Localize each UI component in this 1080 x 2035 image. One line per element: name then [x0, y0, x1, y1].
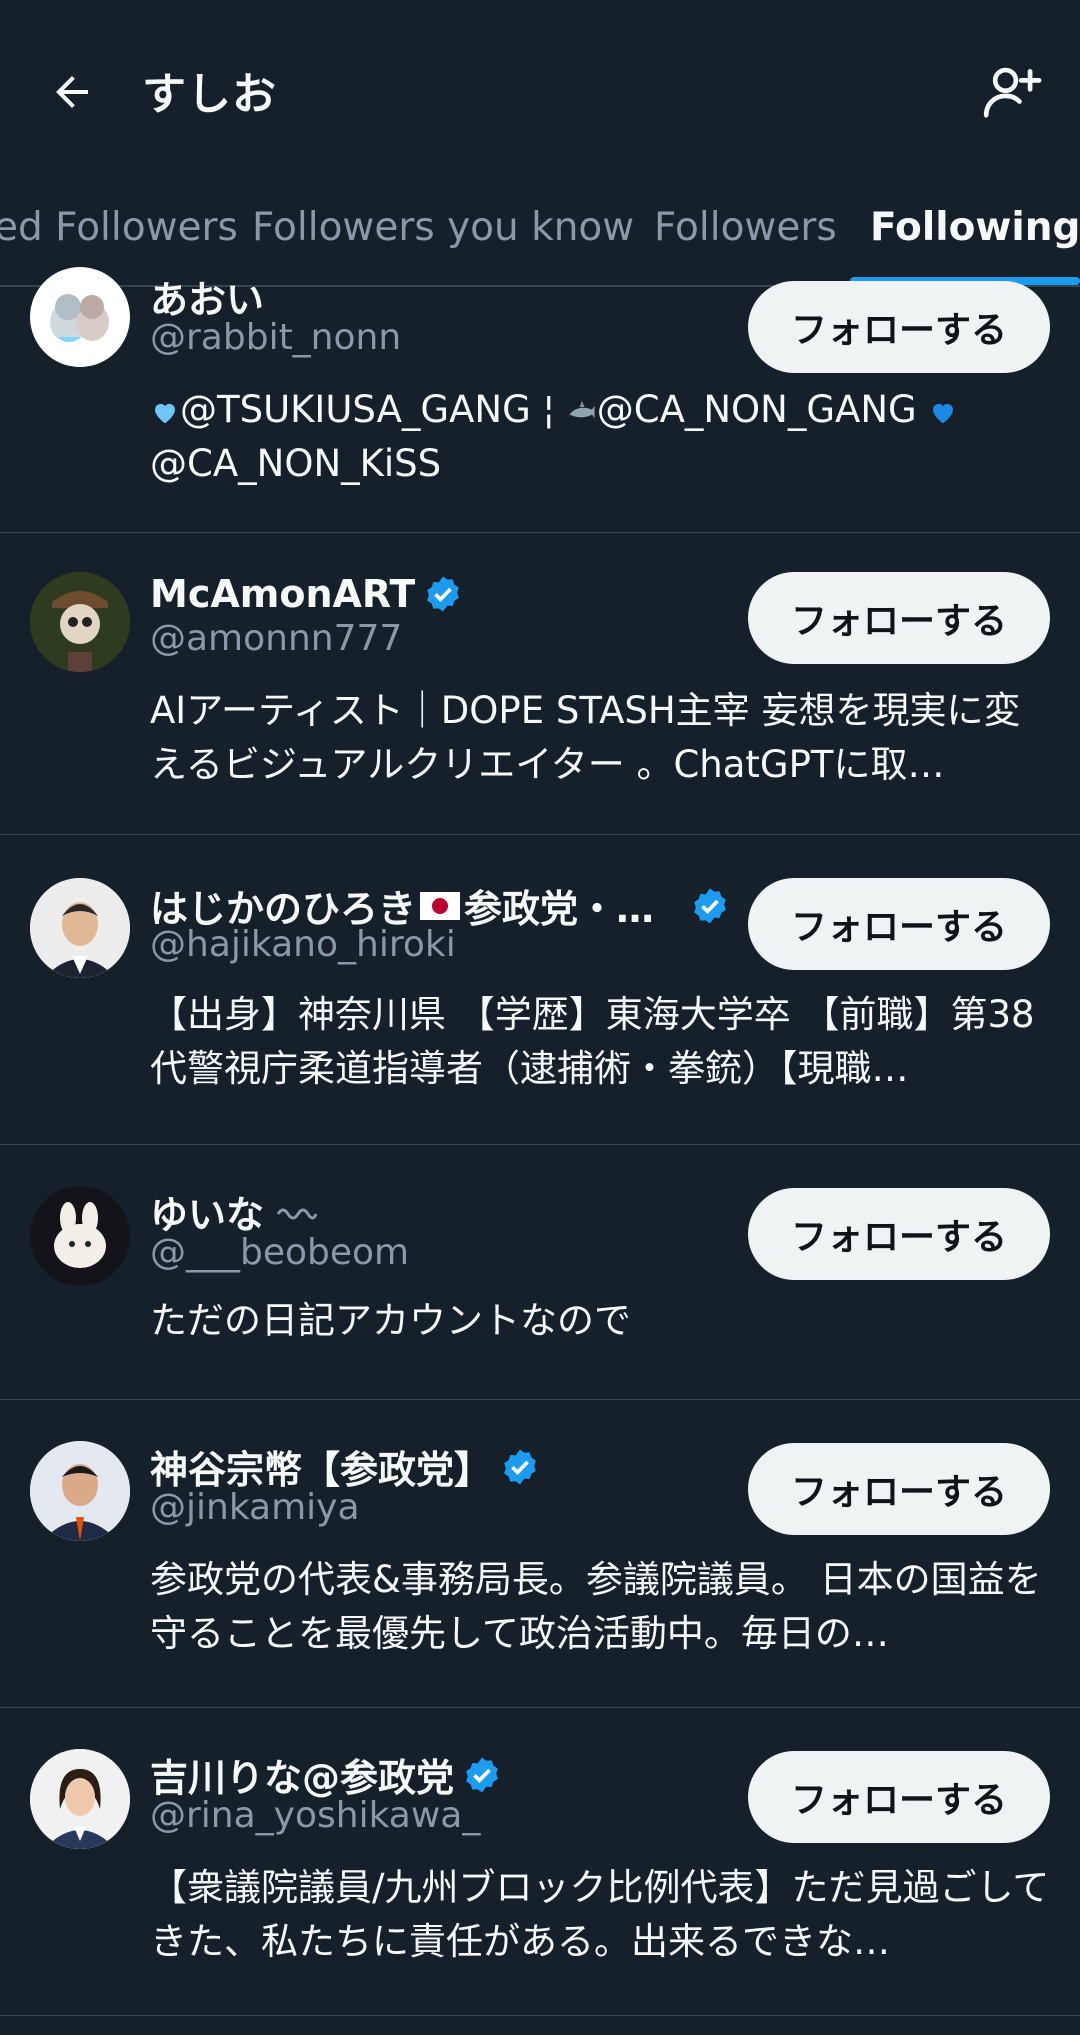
follow-button[interactable]: フォローする: [748, 572, 1050, 664]
user-handle[interactable]: @amonnn777: [150, 618, 402, 659]
user-handle[interactable]: @hajikano_hiroki: [150, 924, 456, 965]
shark-icon: [569, 400, 595, 418]
arrow-left-icon: [56, 76, 88, 108]
user-bio: @TSUKIUSA_GANG ¦ @CA_NON_GANG @CA_NON_Ki…: [150, 383, 1050, 491]
user-row[interactable]: はじかのひろき 参政党・… @hajikano_hiroki フォローする 【出身…: [0, 834, 1080, 1145]
user-bio: 【出身】神奈川県 【学歴】東海大学卒 【前職】第38代警視庁柔道指導者（逮捕術・…: [150, 993, 1035, 1090]
avatar[interactable]: [30, 1441, 130, 1541]
add-user-button[interactable]: [972, 56, 1052, 128]
tab-following[interactable]: Following: [870, 205, 1080, 250]
user-handle[interactable]: @jinkamiya: [150, 1487, 360, 1528]
user-row[interactable]: あおい @rabbit_nonn フォローする @TSUKIUSA_GANG ¦…: [0, 267, 1080, 533]
user-bio: 【衆議院議員/九州ブロック比例代表】ただ見過ごしてきた、私たちに責任がある。出来…: [150, 1866, 1050, 1963]
tab-followers[interactable]: Followers: [654, 205, 837, 250]
user-name[interactable]: 神谷宗幣【参政党】: [150, 1439, 540, 1494]
person-add-icon: [983, 67, 1042, 118]
avatar[interactable]: [30, 267, 130, 367]
avatar[interactable]: [30, 878, 130, 978]
follow-button[interactable]: フォローする: [748, 281, 1050, 373]
user-row[interactable]: McAmonART @amonnn777 フォローする AIアーティスト｜DOP…: [0, 532, 1080, 835]
verified-badge-icon: [504, 1449, 536, 1484]
follow-button[interactable]: フォローする: [748, 1188, 1050, 1280]
follow-button[interactable]: フォローする: [748, 1751, 1050, 1843]
user-bio: AIアーティスト｜DOPE STASH主宰 妄想を現実に変えるビジュアルクリエイ…: [150, 689, 1021, 786]
verified-badge-icon: [694, 888, 726, 923]
blue-heart-icon: [933, 403, 954, 423]
user-row[interactable]: ゆいな @___beobeom フォローする ただの日記アカウントなので: [0, 1144, 1080, 1400]
user-name[interactable]: McAmonART: [150, 572, 463, 616]
avatar[interactable]: [30, 1749, 130, 1849]
user-row[interactable]: 神谷宗幣【参政党】 @jinkamiya フォローする 参政党の代表&事務局長。…: [0, 1399, 1080, 1708]
user-handle[interactable]: @rina_yoshikawa_: [150, 1795, 480, 1836]
top-bar: すしお: [0, 0, 1080, 175]
verified-badge-icon: [427, 576, 460, 612]
light-blue-heart-icon: [155, 403, 175, 423]
tab-verified-followers[interactable]: ed Followers: [0, 205, 238, 250]
user-bio: ただの日記アカウントなので: [150, 1299, 631, 1342]
page-title: すしお: [142, 69, 277, 120]
user-bio: 参政党の代表&事務局長。参議院議員。 日本の国益を守ることを最優先して政治活動中…: [150, 1558, 1042, 1655]
user-handle[interactable]: @rabbit_nonn: [150, 317, 401, 358]
wavy-dash-icon: [276, 1208, 318, 1219]
follow-button[interactable]: フォローする: [748, 1443, 1050, 1535]
user-name[interactable]: あおい: [150, 269, 264, 324]
avatar[interactable]: [30, 1186, 130, 1286]
user-name[interactable]: 吉川りな@参政党: [150, 1747, 502, 1802]
follow-button[interactable]: フォローする: [748, 878, 1050, 970]
user-row[interactable]: 吉川りな@参政党 @rina_yoshikawa_ フォローする 【衆議院議員/…: [0, 1707, 1080, 2016]
verified-badge-icon: [466, 1757, 498, 1792]
avatar[interactable]: [30, 572, 130, 672]
user-handle[interactable]: @___beobeom: [150, 1232, 409, 1273]
back-button[interactable]: [40, 60, 104, 124]
japan-flag-icon: [420, 891, 461, 920]
user-name[interactable]: ゆいな: [150, 1184, 318, 1239]
tab-followers-you-know[interactable]: Followers you know: [252, 205, 634, 250]
